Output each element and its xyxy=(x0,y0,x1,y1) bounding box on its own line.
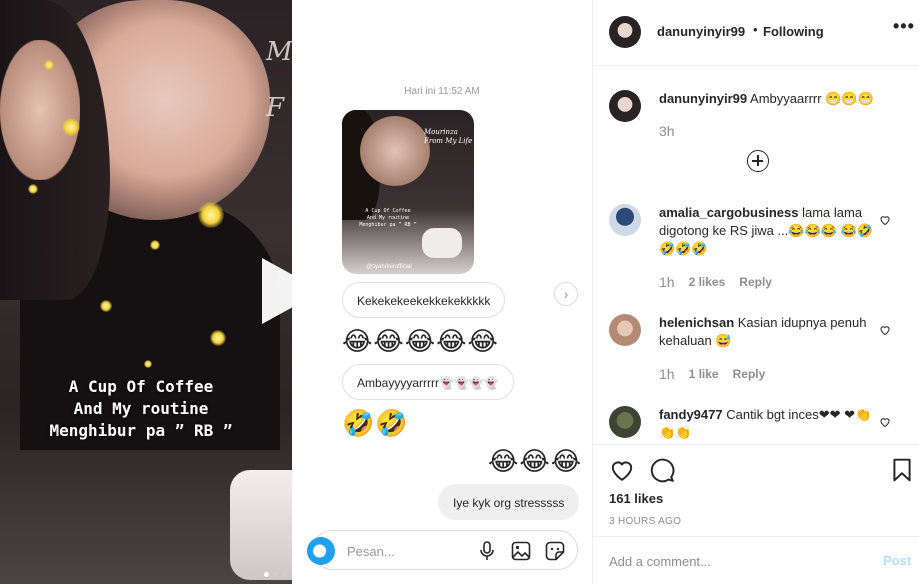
sparkle xyxy=(28,184,38,194)
avatar[interactable] xyxy=(609,406,641,438)
message-emoji-mine: 😂😂😂 xyxy=(488,447,583,477)
more-options-icon[interactable]: ••• xyxy=(893,16,915,37)
comment-time[interactable]: 1h xyxy=(659,366,675,382)
comment-icon[interactable] xyxy=(649,457,675,483)
likes-count[interactable]: 161 likes xyxy=(609,491,663,506)
comment-likes[interactable]: 1 like xyxy=(689,367,719,381)
carousel-dot[interactable] xyxy=(273,572,278,577)
video-teacup xyxy=(230,470,292,580)
heart-outline-icon[interactable] xyxy=(879,416,891,428)
bookmark-icon[interactable] xyxy=(889,457,915,483)
comment-meta: 1h 2 likes Reply xyxy=(659,274,772,290)
comment-meta: 1h 1 like Reply xyxy=(659,366,765,382)
reply-button[interactable]: Reply xyxy=(739,275,772,289)
comment-likes[interactable]: 2 likes xyxy=(689,275,726,289)
microphone-icon[interactable] xyxy=(475,539,499,563)
caption-body: Ambyyaarrrr 😁😁😁 xyxy=(750,91,874,106)
thumb-cup xyxy=(422,228,462,258)
message-input[interactable] xyxy=(347,541,457,561)
camera-icon[interactable] xyxy=(307,537,335,565)
message-bubble-mine: Iye kyk org stresssss xyxy=(438,484,580,520)
avatar[interactable] xyxy=(609,16,641,48)
message-emoji: 🤣🤣 xyxy=(342,409,409,439)
dm-screenshot: Hari ini 11:52 AM Mourinza From My Life A… xyxy=(292,0,592,584)
message-emoji: 😂😂😂😂😂 xyxy=(342,327,499,357)
message-bubble: Ambayyyyarrrrr👻👻👻👻 xyxy=(342,364,514,400)
video-player[interactable]: MF A Cup Of Coffee And My routine Menghi… xyxy=(0,0,292,584)
caption-meta: 3h xyxy=(659,123,675,139)
heart-outline-icon[interactable] xyxy=(879,214,891,226)
chevron-right-icon[interactable]: › xyxy=(554,282,578,306)
shared-post-thumbnail[interactable]: Mourinza From My Life A Cup Of Coffee And… xyxy=(342,110,474,274)
caption-username[interactable]: danunyinyir99 xyxy=(659,91,747,106)
heart-outline-icon[interactable] xyxy=(879,324,891,336)
thumb-caption: A Cup Of Coffee And My routine Menghibur… xyxy=(348,208,428,229)
post-actions: 161 likes 3 HOURS AGO xyxy=(593,444,919,536)
chat-timestamp: Hari ini 11:52 AM xyxy=(404,86,480,97)
comment-input[interactable] xyxy=(609,551,849,571)
post-details-panel: danunyinyir99 • Following ••• danunyinyi… xyxy=(592,0,919,584)
thumb-caption-line: And My routine xyxy=(366,215,410,221)
posted-time[interactable]: 3 HOURS AGO xyxy=(609,516,681,527)
load-more-comments-icon[interactable] xyxy=(747,150,769,172)
video-overlay-text: A Cup Of Coffee And My routine Menghibur… xyxy=(6,376,276,442)
reply-button[interactable]: Reply xyxy=(733,367,766,381)
post-comment-button[interactable]: Post xyxy=(883,553,911,568)
thumb-caption-line: A Cup Of Coffee xyxy=(365,208,411,214)
comment-text: fandy9477 Cantik bgt inces❤❤ ❤👏👏👏 xyxy=(659,406,881,442)
sticker-icon[interactable] xyxy=(543,539,567,563)
sparkle xyxy=(150,240,160,250)
overlay-line: And My routine xyxy=(73,399,209,418)
sparkle xyxy=(62,118,80,136)
thumb-face xyxy=(360,116,430,186)
thumb-tag: @syahrinirofficial xyxy=(366,264,412,270)
thumb-title: Mourinza From My Life xyxy=(424,128,473,145)
overlay-line: Menghibur pa ” RB ” xyxy=(49,421,233,440)
video-side-text: MF xyxy=(266,37,292,123)
comment-username[interactable]: fandy9477 xyxy=(659,407,723,422)
video-person-hand xyxy=(0,40,80,180)
comment-username[interactable]: amalia_cargobusiness xyxy=(659,205,798,220)
comment-username[interactable]: helenichsan xyxy=(659,315,734,330)
comments-list[interactable]: danunyinyir99 Ambyyaarrrr 😁😁😁 3h amalia_… xyxy=(593,66,919,444)
avatar[interactable] xyxy=(609,314,641,346)
avatar[interactable] xyxy=(609,90,641,122)
carousel-dot[interactable] xyxy=(282,572,287,577)
post-header: danunyinyir99 • Following ••• xyxy=(593,0,919,66)
caption-text: danunyinyir99 Ambyyaarrrr 😁😁😁 xyxy=(659,90,881,108)
image-icon[interactable] xyxy=(509,539,533,563)
sparkle xyxy=(144,360,152,368)
separator-dot: • xyxy=(753,22,758,37)
post-media: MF A Cup Of Coffee And My routine Menghi… xyxy=(0,0,592,584)
thumb-caption-line: Menghibur pa ” RB ” xyxy=(359,222,417,228)
owner-username[interactable]: danunyinyir99 xyxy=(657,24,745,39)
following-button[interactable]: Following xyxy=(763,24,824,39)
carousel-dot[interactable] xyxy=(264,572,269,577)
sparkle xyxy=(100,300,112,312)
avatar[interactable] xyxy=(609,204,641,236)
carousel-dots xyxy=(264,572,287,577)
caption-time[interactable]: 3h xyxy=(659,123,675,139)
overlay-line: A Cup Of Coffee xyxy=(68,377,214,396)
sparkle xyxy=(44,60,54,70)
like-heart-icon[interactable] xyxy=(609,457,635,483)
sparkle xyxy=(198,202,224,228)
message-bubble: Kekekekeekekkekekkkkk xyxy=(342,282,506,318)
comment-text: helenichsan Kasian idupnya penuh kehalua… xyxy=(659,314,881,350)
add-comment-bar: Post xyxy=(593,536,919,584)
sparkle xyxy=(210,330,226,346)
comment-time[interactable]: 1h xyxy=(659,274,675,290)
comment-text: amalia_cargobusiness lama lama digotong … xyxy=(659,204,881,258)
message-composer xyxy=(307,530,578,570)
